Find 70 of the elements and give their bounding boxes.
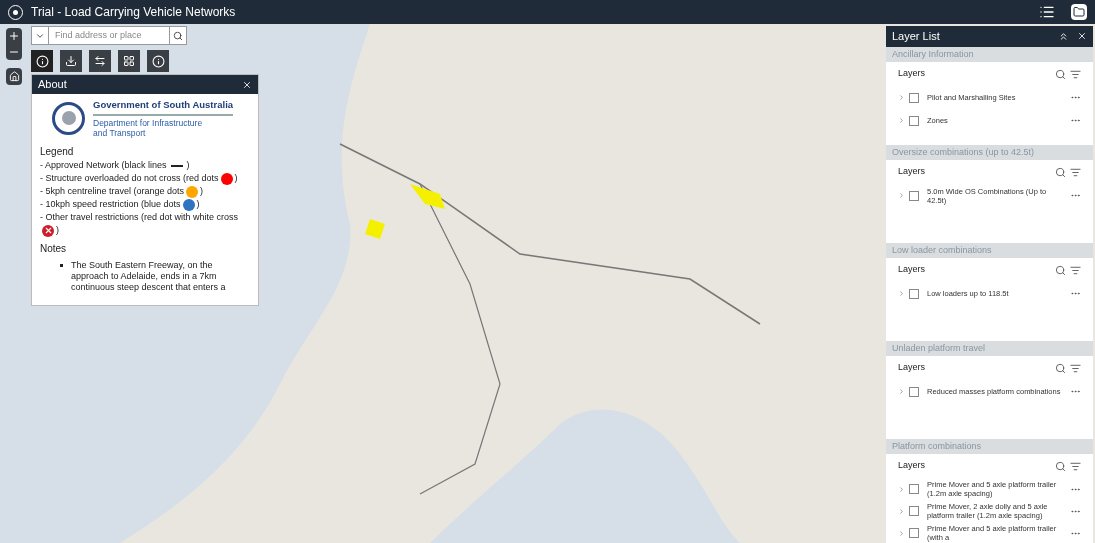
coordinate-button[interactable] xyxy=(89,50,111,72)
list-icon[interactable] xyxy=(1039,4,1055,20)
home-icon xyxy=(8,71,20,82)
section-header: Unladen platform travel xyxy=(886,341,1093,356)
search-field[interactable]: Find address or place xyxy=(49,26,169,45)
info-icon xyxy=(35,54,49,68)
section-header: Ancillary Information xyxy=(886,47,1093,62)
layer-checkbox[interactable] xyxy=(909,190,919,201)
search-icon[interactable] xyxy=(1055,460,1066,472)
search-icon xyxy=(173,30,183,41)
bullet-icon xyxy=(60,264,63,268)
layer-checkbox[interactable] xyxy=(909,506,919,516)
arrows-icon xyxy=(94,55,106,67)
note-text: The South Eastern Freeway, on the approach to Adelaide, ends in a 7km continuous steep descent that enters a xyxy=(71,260,227,294)
search-icon[interactable] xyxy=(1055,362,1066,374)
legend-entry-end: ) xyxy=(234,173,238,184)
layer-checkbox[interactable] xyxy=(909,92,919,103)
grid-icon xyxy=(123,55,135,67)
layers-label: Layers xyxy=(898,263,925,277)
layer-checkbox[interactable] xyxy=(909,386,919,397)
panel-title: About xyxy=(38,77,67,93)
legend-entry-end: ) xyxy=(196,199,200,210)
layers-label: Layers xyxy=(898,361,925,375)
legend-heading: Legend xyxy=(40,145,75,160)
grid-button[interactable] xyxy=(118,50,140,72)
layer-checkbox[interactable] xyxy=(909,288,919,299)
layers-label: Layers xyxy=(898,165,925,179)
organisation-name: Government of South Australia xyxy=(93,98,234,117)
plus-icon xyxy=(8,30,20,42)
layers-label: Layers xyxy=(898,459,925,473)
layer-checkbox[interactable] xyxy=(909,484,919,494)
search-icon[interactable] xyxy=(1055,166,1066,178)
search-icon[interactable] xyxy=(1055,264,1066,276)
info-icon xyxy=(151,54,165,68)
section-header: Oversize combinations (up to 42.5t) xyxy=(886,145,1093,160)
search-icon[interactable] xyxy=(1055,68,1066,80)
close-icon[interactable] xyxy=(242,79,252,90)
section-header: Low loader combinations xyxy=(886,243,1093,258)
legend-entry-end: ) xyxy=(56,225,59,236)
filter-icon[interactable] xyxy=(1070,460,1081,472)
info-button[interactable] xyxy=(147,50,169,72)
home-button[interactable] xyxy=(6,68,22,85)
section-header: Platform combinations xyxy=(886,439,1093,454)
panel-title: Layer List xyxy=(892,29,940,45)
close-icon[interactable] xyxy=(1077,31,1087,41)
legend-entry-end: ) xyxy=(200,186,204,197)
app-title: Trial - Load Carrying Vehicle Networks xyxy=(31,4,236,21)
filter-icon[interactable] xyxy=(1070,264,1081,276)
info-button[interactable] xyxy=(31,50,53,72)
download-icon xyxy=(65,55,77,67)
layer-checkbox[interactable] xyxy=(909,528,919,538)
government-crest-icon xyxy=(52,101,85,135)
notes-heading: Notes xyxy=(40,242,68,257)
filter-icon[interactable] xyxy=(1070,68,1081,80)
legend-entry: - Approved Network (black lines xyxy=(40,160,167,171)
legend-entry: - 5kph centreline travel (orange dots xyxy=(40,186,185,197)
legend-entry: - 10kph speed restriction (blue dots xyxy=(40,199,181,210)
legend-entry: - Structure overloaded do not cross (red dots xyxy=(40,173,219,184)
folder-button[interactable] xyxy=(1071,4,1087,20)
filter-icon[interactable] xyxy=(1070,166,1081,178)
collapse-icon[interactable] xyxy=(1058,31,1069,42)
dropdown-button[interactable] xyxy=(31,26,49,45)
legend-entry-end: ) xyxy=(186,160,190,171)
download-button[interactable] xyxy=(60,50,82,72)
search-button[interactable] xyxy=(169,26,187,45)
filter-icon[interactable] xyxy=(1070,362,1081,374)
layer-checkbox[interactable] xyxy=(909,115,919,126)
legend-entry: - Other travel restrictions (red dot with white cross xyxy=(40,212,239,223)
department-name: Department for Infrastructure and Transport xyxy=(93,118,204,139)
layers-label: Layers xyxy=(898,67,925,81)
